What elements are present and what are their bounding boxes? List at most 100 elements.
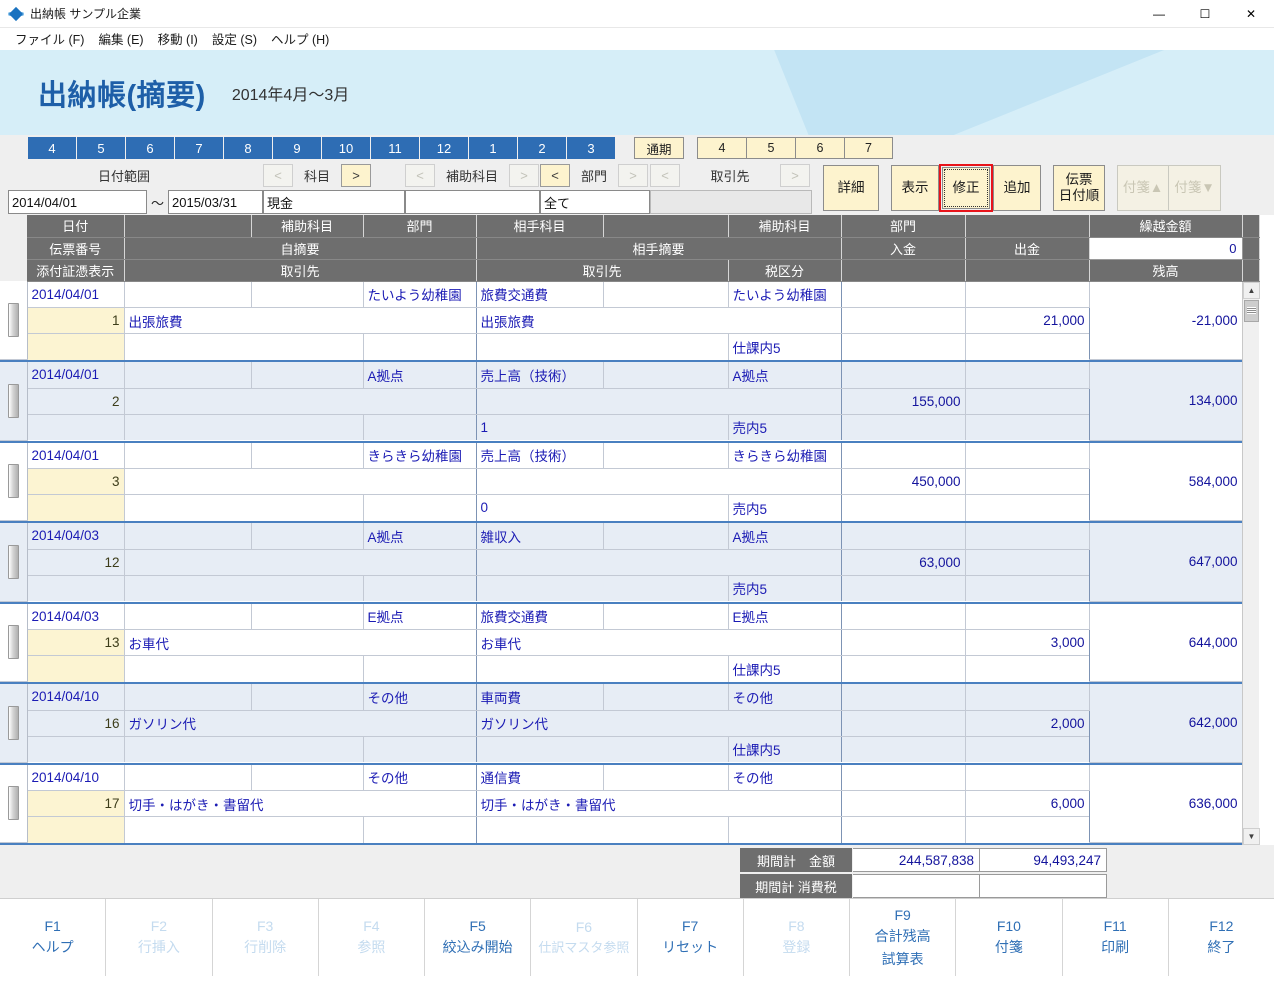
menu-help[interactable]: ヘルプ (H) [264,29,336,48]
cell-shukkin-blank[interactable] [965,442,1090,469]
menu-move[interactable]: 移動 (I) [151,29,205,48]
cell-denpyo-bango[interactable]: 17 [27,790,125,817]
bumon-next-button[interactable]: > [618,163,649,187]
cell-aite-hojo-kamoku[interactable] [603,281,729,308]
cell-aite-tekiyou[interactable] [476,468,842,495]
cell-date[interactable]: 2014/04/03 [27,523,125,550]
quarter-tab-2[interactable]: 5 [746,137,795,159]
cell-tempu-shoyo[interactable] [27,494,125,521]
scroll-down-button[interactable]: ▼ [1243,828,1260,845]
cell-blank-c[interactable] [965,333,1090,360]
cell-ji-tekiyou[interactable] [124,468,477,495]
table-row[interactable]: 2014/04/10 その他 通信費 その他 636,000 17 切手・はがき… [0,764,1259,845]
cell-blank-c[interactable] [965,816,1090,843]
cell-date[interactable]: 2014/04/01 [27,442,125,469]
cell-shukkin[interactable]: 3,000 [965,629,1090,656]
cell-ji-tekiyou[interactable] [124,388,477,415]
cell-kamoku[interactable] [124,523,252,550]
row-drag-handle[interactable] [0,764,28,843]
cell-hojo-kamoku[interactable] [251,442,364,469]
cell-aite-torihikisaki[interactable] [476,655,729,682]
cell-blank-c[interactable] [965,575,1090,601]
cell-nyukin[interactable] [841,710,966,737]
cell-aite-hojo-kamoku[interactable] [603,362,729,389]
cell-aite-tekiyou[interactable]: 出張旅費 [476,307,842,334]
cell-blank-b[interactable] [841,333,966,360]
cell-nyukin[interactable] [841,790,966,817]
cell-hojo-kamoku[interactable] [251,603,364,630]
detail-button[interactable]: 詳細 [823,165,880,211]
cell-torihikisaki[interactable] [124,575,364,601]
cell-aite-bumon[interactable]: たいよう幼稚園 [728,281,842,308]
maximize-button[interactable]: ☐ [1182,0,1228,28]
cell-blank-c[interactable] [965,655,1090,682]
kamoku-next-button[interactable]: > [341,163,372,187]
scroll-up-button[interactable]: ▲ [1243,281,1260,299]
cell-nyukin-blank[interactable] [841,362,966,389]
cell-blank-a[interactable] [363,736,477,762]
row-drag-handle[interactable] [0,281,28,360]
cell-aite-kamoku[interactable]: 旅費交通費 [476,603,604,630]
torihikisaki-input[interactable] [650,190,813,214]
cell-kamoku[interactable] [124,442,252,469]
table-row[interactable]: 2014/04/01 きらきら幼稚園 売上高（技術） きらきら幼稚園 584,0… [0,442,1259,523]
cell-tempu-shoyo[interactable] [27,575,125,601]
modify-button[interactable]: 修正 [942,167,991,209]
month-tab-6[interactable]: 6 [126,137,175,159]
cell-aite-tekiyou[interactable] [476,388,842,415]
cell-tempu-shoyo[interactable] [27,816,125,843]
cell-kamoku[interactable] [124,603,252,630]
cell-zeikubun[interactable]: 売内5 [728,494,842,521]
cell-aite-tekiyou[interactable]: 切手・はがき・書留代 [476,790,842,817]
cell-date[interactable]: 2014/04/10 [27,684,125,711]
cell-ji-tekiyou[interactable]: 切手・はがき・書留代 [124,790,477,817]
fkey-f5[interactable]: F5 絞込み開始 [425,899,532,976]
cell-blank-b[interactable] [841,575,966,601]
cell-tempu-shoyo[interactable] [27,414,125,440]
cell-aite-bumon[interactable]: その他 [728,764,842,791]
cell-blank-c[interactable] [965,736,1090,762]
cell-date[interactable]: 2014/04/10 [27,764,125,791]
scroll-thumb[interactable] [1244,299,1259,322]
cell-blank-b[interactable] [841,816,966,843]
cell-aite-torihikisaki[interactable] [476,575,729,601]
cell-bumon[interactable]: A拠点 [363,362,477,389]
row-drag-handle[interactable] [0,442,28,521]
cell-aite-hojo-kamoku[interactable] [603,684,729,711]
cell-shukkin-blank[interactable] [965,281,1090,308]
cell-shukkin[interactable]: 6,000 [965,790,1090,817]
month-tab-10[interactable]: 10 [322,137,371,159]
cell-shukkin-blank[interactable] [965,684,1090,711]
torihikisaki-prev-button[interactable]: < [650,163,681,187]
fkey-f1[interactable]: F1 ヘルプ [0,899,107,976]
table-row[interactable]: 2014/04/03 A拠点 雑収入 A拠点 647,000 12 63,000… [0,523,1259,604]
cell-nyukin[interactable]: 450,000 [841,468,966,495]
cell-shukkin[interactable]: 2,000 [965,710,1090,737]
cell-denpyo-bango[interactable]: 1 [27,307,125,334]
cell-blank-c[interactable] [965,494,1090,521]
cell-nyukin-blank[interactable] [841,523,966,550]
cell-aite-kamoku[interactable]: 車両費 [476,684,604,711]
kamoku-input[interactable]: 現金 [263,190,406,214]
cell-kamoku[interactable] [124,362,252,389]
hojo-prev-button[interactable]: < [405,163,436,187]
cell-shukkin[interactable] [965,468,1090,495]
cell-bumon[interactable]: その他 [363,764,477,791]
cell-torihikisaki[interactable] [124,655,364,682]
cell-zeikubun[interactable]: 仕課内5 [728,333,842,360]
cell-ji-tekiyou[interactable]: ガソリン代 [124,710,477,737]
cell-aite-torihikisaki[interactable]: 1 [476,414,729,440]
cell-date[interactable]: 2014/04/01 [27,362,125,389]
hojo-next-button[interactable]: > [509,163,540,187]
cell-hojo-kamoku[interactable] [251,362,364,389]
cell-denpyo-bango[interactable]: 13 [27,629,125,656]
cell-zeikubun[interactable] [728,816,842,843]
menu-settings[interactable]: 設定 (S) [205,29,264,48]
cell-bumon[interactable]: たいよう幼稚園 [363,281,477,308]
display-button[interactable]: 表示 [891,165,940,211]
date-from-input[interactable]: 2014/04/01 [8,190,147,214]
kamoku-prev-button[interactable]: < [263,163,294,187]
month-tab-5[interactable]: 5 [77,137,126,159]
add-button[interactable]: 追加 [993,165,1042,211]
cell-zeikubun[interactable]: 売内5 [728,414,842,440]
